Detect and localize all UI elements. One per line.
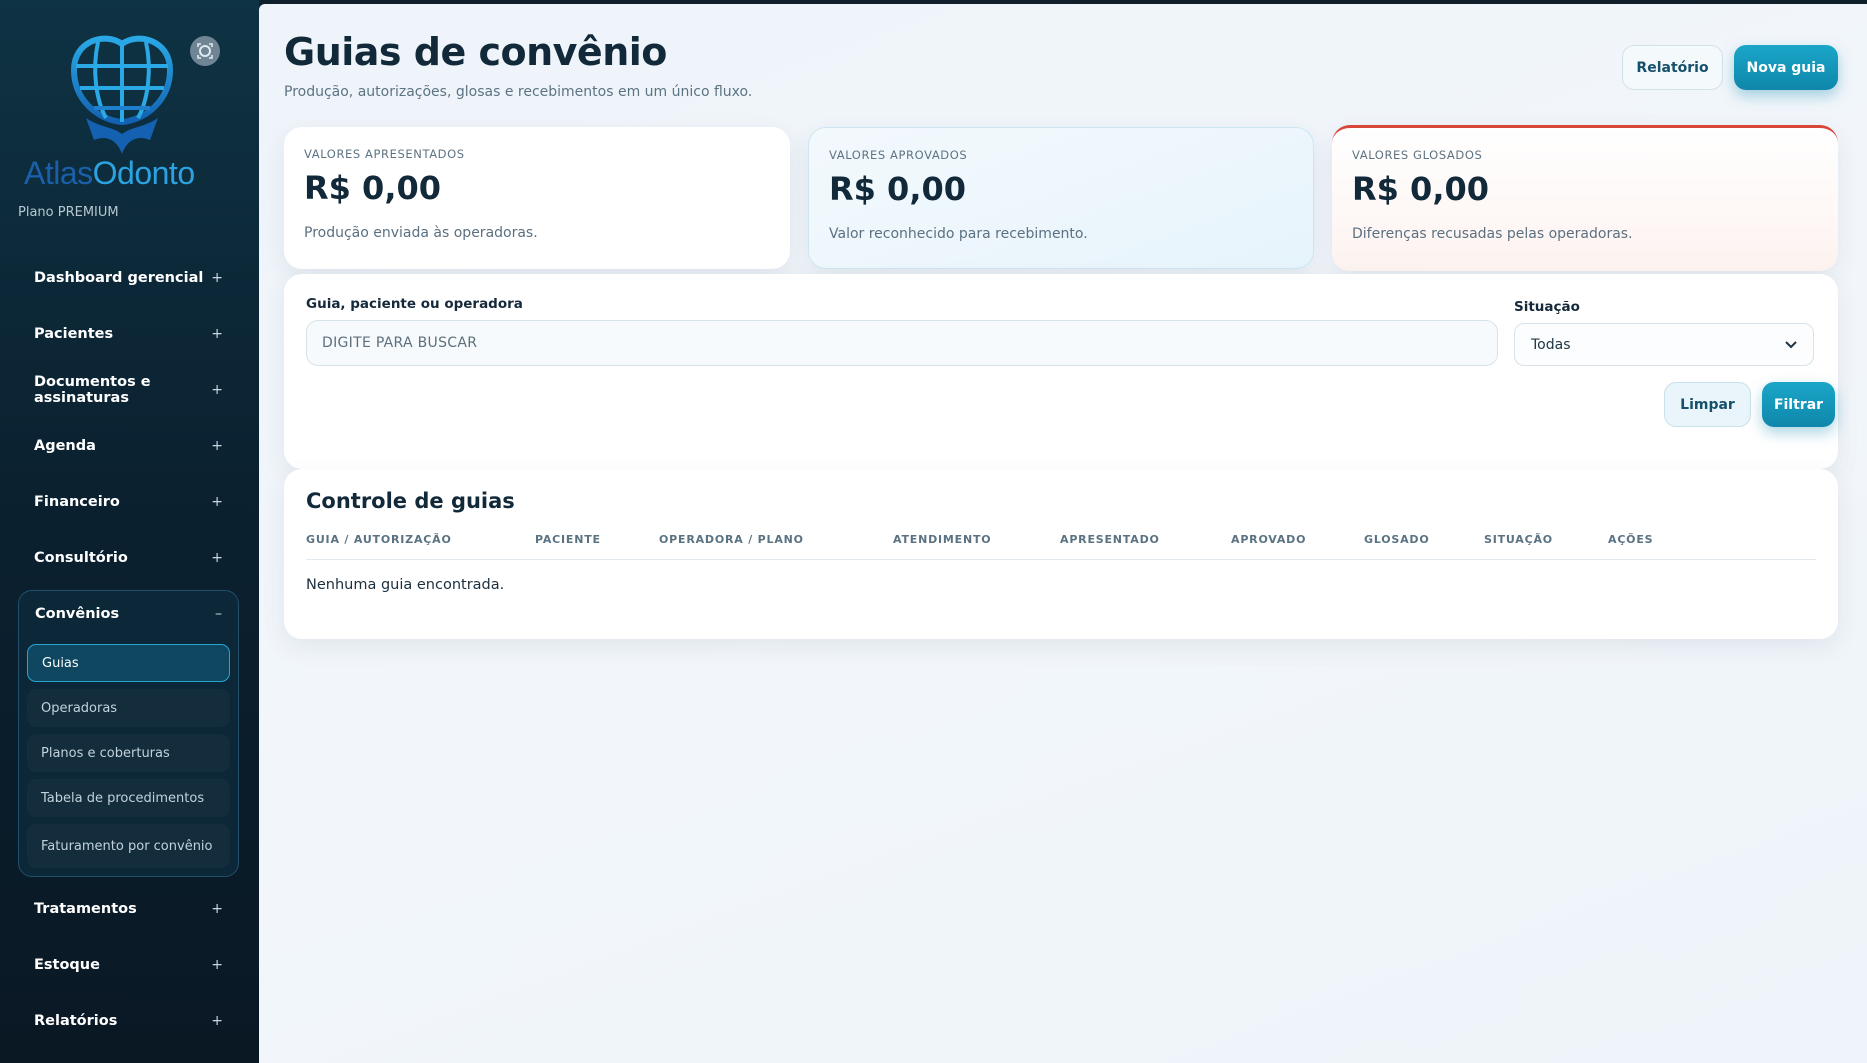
filter-panel: Guia, paciente ou operadora DIGITE PARA … <box>284 274 1838 469</box>
status-select-value: Todas <box>1531 336 1571 353</box>
search-input[interactable]: DIGITE PARA BUSCAR <box>306 320 1498 366</box>
globe-tooth-icon <box>70 35 174 154</box>
expand-icon: + <box>211 550 223 566</box>
sidebar-item-consultorio[interactable]: Consultório + <box>18 530 239 586</box>
stat-value: R$ 0,00 <box>829 170 966 208</box>
status-label: Situação <box>1514 299 1580 315</box>
sidebar-item-label: Pacientes <box>34 326 114 342</box>
brand-name: AtlasOdonto <box>24 155 195 192</box>
sidebar-item-label: Relatórios <box>34 1013 118 1029</box>
sidebar-item-label: Agenda <box>34 438 96 454</box>
stat-label: VALORES APROVADOS <box>829 148 968 162</box>
expand-icon: + <box>211 438 223 454</box>
sidebar-item-label: Financeiro <box>34 494 120 510</box>
sidebar-item-label: Documentos e assinaturas <box>34 374 151 406</box>
main-content: Guias de convênio Produção, autorizações… <box>259 4 1867 1063</box>
sidebar: AtlasOdonto Plano PREMIUM Dashboard gere… <box>0 0 259 1063</box>
guides-table-panel: Controle de guias GUIA / AUTORIZAÇÃO PAC… <box>284 469 1838 639</box>
column-header-paciente[interactable]: PACIENTE <box>535 533 601 546</box>
sidebar-item-financeiro[interactable]: Financeiro + <box>18 474 239 530</box>
sidebar-item-convenios[interactable]: Convênios – <box>27 591 230 637</box>
column-header-aprovado[interactable]: APROVADO <box>1231 533 1306 546</box>
expand-icon: + <box>211 957 223 973</box>
new-guide-button[interactable]: Nova guia <box>1734 45 1838 90</box>
sidebar-group-convenios: Convênios – Guias Operadoras Planos e co… <box>18 590 239 877</box>
sidebar-item-tratamentos[interactable]: Tratamentos + <box>18 881 239 937</box>
brand-name-part2: Odonto <box>92 155 195 191</box>
stat-value: R$ 0,00 <box>1352 170 1489 208</box>
sidebar-item-label: Estoque <box>34 957 100 973</box>
sidebar-item-label: Convênios <box>35 606 120 622</box>
expand-icon: + <box>211 326 223 342</box>
stat-value: R$ 0,00 <box>304 169 441 207</box>
brand-name-part1: Atlas <box>24 155 93 191</box>
sidebar-subitem-operadoras[interactable]: Operadoras <box>27 689 230 727</box>
stat-note: Valor reconhecido para recebimento. <box>829 226 1088 242</box>
empty-table-message: Nenhuma guia encontrada. <box>306 577 505 593</box>
stat-card-glosados: VALORES GLOSADOS R$ 0,00 Diferenças recu… <box>1332 125 1838 271</box>
sidebar-item-dashboard[interactable]: Dashboard gerencial + <box>18 250 239 306</box>
sidebar-item-agenda[interactable]: Agenda + <box>18 418 239 474</box>
sidebar-item-pacientes[interactable]: Pacientes + <box>18 306 239 362</box>
stat-card-apresentados: VALORES APRESENTADOS R$ 0,00 Produção en… <box>284 127 790 269</box>
expand-icon: + <box>211 494 223 510</box>
column-header-glosado[interactable]: GLOSADO <box>1364 533 1430 546</box>
filter-button[interactable]: Filtrar <box>1762 382 1835 427</box>
search-label: Guia, paciente ou operadora <box>306 296 523 312</box>
report-button[interactable]: Relatório <box>1622 45 1723 90</box>
sidebar-item-label: Dashboard gerencial <box>34 270 204 286</box>
stat-note: Diferenças recusadas pelas operadoras. <box>1352 226 1633 242</box>
column-header-atendimento[interactable]: ATENDIMENTO <box>893 533 991 546</box>
status-select[interactable]: Todas <box>1514 323 1814 366</box>
sidebar-item-label: Tratamentos <box>34 901 137 917</box>
sidebar-item-documentos[interactable]: Documentos e assinaturas + <box>18 362 239 418</box>
sidebar-subitem-faturamento[interactable]: Faturamento por convênio <box>27 824 230 868</box>
column-header-acoes[interactable]: AÇÕES <box>1608 533 1653 546</box>
plan-label: Plano PREMIUM <box>18 205 119 220</box>
column-header-operadora[interactable]: OPERADORA / PLANO <box>659 533 804 546</box>
page-subtitle: Produção, autorizações, glosas e recebim… <box>284 84 753 100</box>
stat-note: Produção enviada às operadoras. <box>304 225 538 241</box>
table-title: Controle de guias <box>306 489 515 513</box>
sidebar-subitem-tabela[interactable]: Tabela de procedimentos <box>27 779 230 817</box>
stat-card-aprovados: VALORES APROVADOS R$ 0,00 Valor reconhec… <box>808 127 1314 269</box>
stat-label: VALORES APRESENTADOS <box>304 147 465 161</box>
clear-button[interactable]: Limpar <box>1664 382 1751 427</box>
sidebar-item-estoque[interactable]: Estoque + <box>18 937 239 993</box>
sidebar-subitem-guias[interactable]: Guias <box>27 644 230 682</box>
page-title: Guias de convênio <box>284 30 667 74</box>
column-header-apresentado[interactable]: APRESENTADO <box>1060 533 1160 546</box>
column-header-guia[interactable]: GUIA / AUTORIZAÇÃO <box>306 533 452 546</box>
sidebar-item-relatorios[interactable]: Relatórios + <box>18 993 239 1049</box>
stat-label: VALORES GLOSADOS <box>1352 148 1483 162</box>
collapse-icon: – <box>215 606 222 622</box>
sidebar-subitem-planos[interactable]: Planos e coberturas <box>27 734 230 772</box>
expand-icon: + <box>211 382 223 398</box>
expand-icon: + <box>211 1013 223 1029</box>
chevron-down-icon <box>1785 340 1797 348</box>
expand-icon: + <box>211 901 223 917</box>
column-header-situacao[interactable]: SITUAÇÃO <box>1484 533 1553 546</box>
sidebar-item-label: Consultório <box>34 550 128 566</box>
expand-icon: + <box>211 270 223 286</box>
camera-icon[interactable] <box>190 36 220 66</box>
main-nav: Dashboard gerencial + Pacientes + Docume… <box>18 250 239 1049</box>
table-header-divider <box>306 559 1816 560</box>
